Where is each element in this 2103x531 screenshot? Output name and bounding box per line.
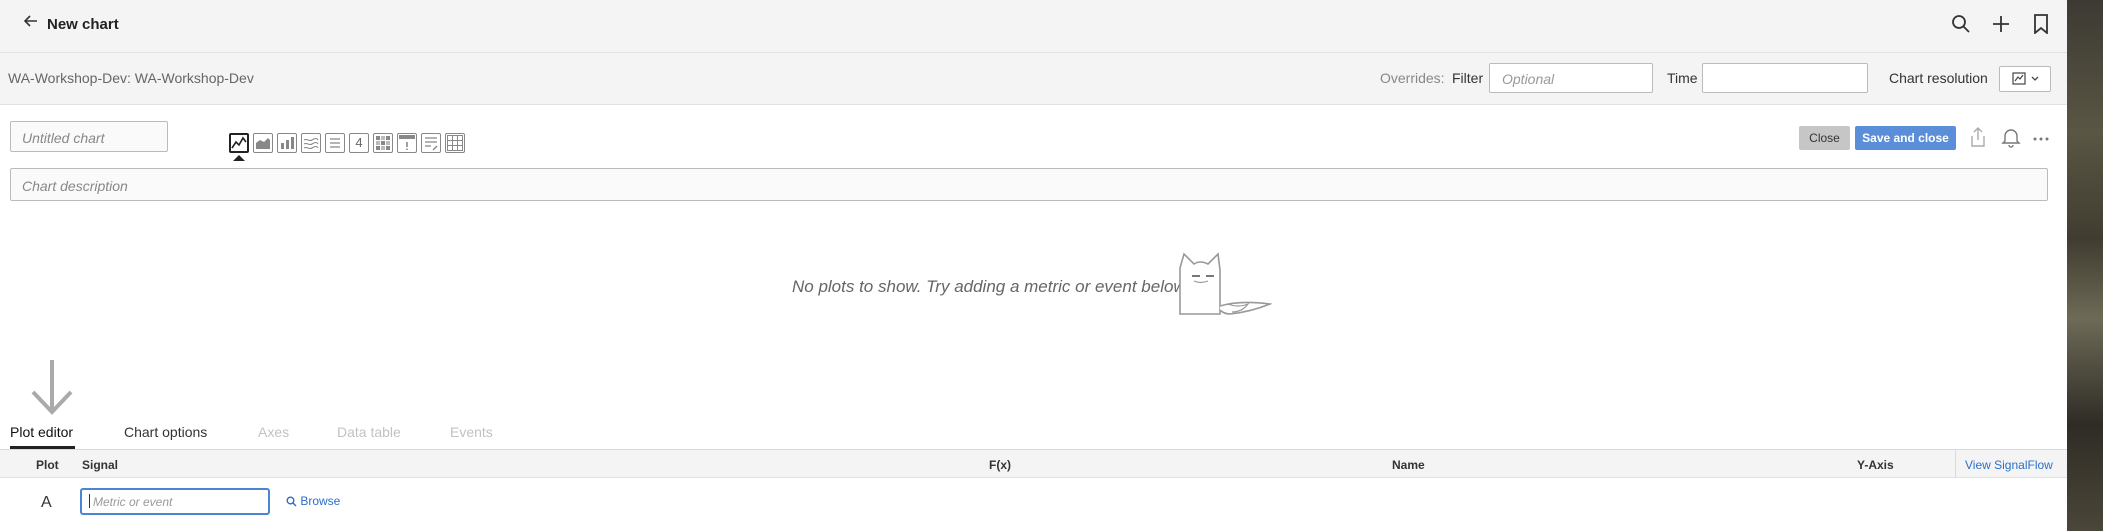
- text-icon[interactable]: [421, 133, 441, 153]
- page-title: New chart: [47, 16, 119, 33]
- chart-resolution-label: Chart resolution: [1889, 70, 1988, 86]
- plus-icon[interactable]: [1991, 14, 2015, 38]
- arrow-left-icon[interactable]: [23, 14, 38, 33]
- metric-input-placeholder: Metric or event: [93, 495, 173, 509]
- heatmap-icon[interactable]: [373, 133, 393, 153]
- view-signalflow-link[interactable]: View SignalFlow: [1965, 458, 2053, 472]
- time-label: Time: [1667, 70, 1698, 86]
- chart-description-input[interactable]: Chart description: [10, 168, 2048, 201]
- filter-label: Filter: [1452, 70, 1484, 86]
- empty-state-message: No plots to show. Try adding a metric or…: [792, 277, 1190, 296]
- search-icon[interactable]: [1951, 14, 1975, 38]
- top-bar: New chart: [0, 0, 2067, 53]
- tab-plot-editor[interactable]: Plot editor: [10, 424, 73, 440]
- bookmark-icon[interactable]: [2033, 14, 2057, 38]
- column-header-plot: Plot: [36, 458, 59, 472]
- column-header-y-axis: Y-Axis: [1857, 458, 1894, 472]
- header-separator: [1955, 450, 1956, 478]
- text-cursor: [89, 494, 90, 508]
- single-value-glyph: 4: [355, 135, 363, 150]
- tab-events: Events: [450, 424, 493, 440]
- tab-axes: Axes: [258, 424, 290, 440]
- browse-label: Browse: [300, 494, 341, 508]
- filter-input[interactable]: Optional: [1489, 63, 1653, 93]
- share-icon[interactable]: [1969, 126, 1991, 150]
- list-icon[interactable]: [325, 133, 345, 153]
- search-icon: [286, 496, 297, 507]
- chart-builder-app: New chart WA-Workshop-Dev: WA-Workshop-D…: [0, 0, 2067, 531]
- bell-icon[interactable]: [2001, 126, 2023, 150]
- column-header-name: Name: [1392, 458, 1425, 472]
- plot-table-header: Plot Signal F(x) Name Y-Axis View Signal…: [0, 450, 2067, 478]
- time-input[interactable]: [1702, 63, 1868, 93]
- org-name: WA-Workshop-Dev: WA-Workshop-Dev: [8, 70, 254, 86]
- column-header-fx: F(x): [989, 458, 1011, 472]
- single-value-icon[interactable]: 4: [349, 133, 369, 153]
- chart-resolution-dropdown[interactable]: [1999, 66, 2051, 92]
- arrow-down-icon: [31, 360, 73, 415]
- tab-chart-options[interactable]: Chart options: [124, 424, 207, 440]
- save-and-close-button[interactable]: Save and close: [1855, 126, 1956, 150]
- close-button[interactable]: Close: [1799, 126, 1850, 150]
- table-icon[interactable]: [445, 133, 465, 153]
- plot-letter[interactable]: A: [41, 494, 52, 512]
- mascot-icon: [1179, 252, 1272, 315]
- line-chart-icon[interactable]: [229, 133, 249, 153]
- metric-or-event-input[interactable]: Metric or event: [80, 488, 270, 515]
- column-chart-icon[interactable]: [277, 133, 297, 153]
- histogram-icon[interactable]: [301, 133, 321, 153]
- event-feed-icon[interactable]: [397, 133, 417, 153]
- column-header-signal: Signal: [82, 458, 119, 472]
- overrides-bar: WA-Workshop-Dev: WA-Workshop-Dev Overrid…: [0, 53, 2067, 105]
- tab-data-table: Data table: [337, 424, 401, 440]
- more-options-icon[interactable]: [2031, 126, 2053, 150]
- desktop-background: [2067, 0, 2103, 531]
- area-chart-icon[interactable]: [253, 133, 273, 153]
- chart-name-input[interactable]: Untitled chart: [10, 121, 168, 152]
- overrides-label: Overrides:: [1380, 70, 1445, 86]
- browse-button[interactable]: Browse: [286, 494, 340, 508]
- selected-type-caret: [233, 155, 245, 161]
